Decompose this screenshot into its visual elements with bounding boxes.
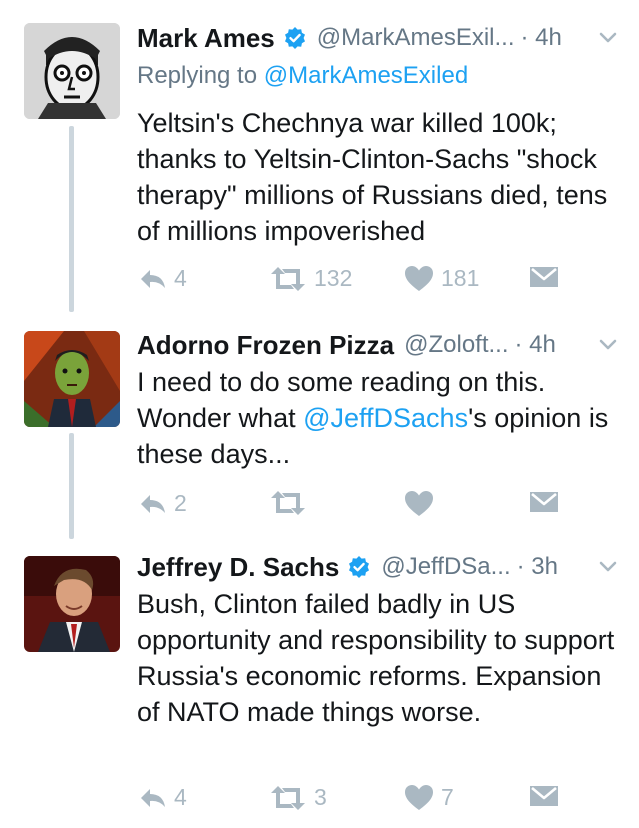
avatar[interactable] bbox=[24, 23, 120, 119]
direct-message-icon bbox=[530, 267, 558, 287]
retweet-count: 3 bbox=[314, 784, 327, 810]
verified-badge-icon bbox=[284, 27, 305, 49]
handle[interactable]: @Zoloft... bbox=[404, 331, 508, 359]
replying-to: Replying to @MarkAmesExiled bbox=[137, 62, 468, 90]
replying-to-link[interactable]: @MarkAmesExiled bbox=[264, 62, 468, 89]
handle[interactable]: @MarkAmesExil... bbox=[317, 24, 515, 52]
tweet[interactable]: Jeffrey D. Sachs @JeffDSa... · 3h Bush, … bbox=[0, 548, 639, 828]
reply-count: 2 bbox=[174, 490, 187, 516]
tweet-text: Yeltsin's Chechnya war killed 100k; than… bbox=[137, 108, 608, 246]
reply-button[interactable]: 2 bbox=[139, 490, 187, 517]
retweet-button[interactable]: 3 bbox=[269, 784, 327, 811]
verified-badge-icon bbox=[349, 556, 370, 578]
tweet[interactable]: Mark Ames @MarkAmesExil... · 4h Replying… bbox=[0, 19, 639, 319]
direct-message-icon bbox=[530, 492, 558, 512]
like-count: 181 bbox=[441, 265, 480, 291]
avatar[interactable] bbox=[24, 556, 120, 652]
reply-button[interactable]: 4 bbox=[139, 265, 187, 292]
handle[interactable]: @JeffDSa... bbox=[381, 553, 510, 581]
reply-icon bbox=[141, 269, 165, 288]
reply-icon bbox=[141, 788, 165, 807]
direct-message-icon bbox=[530, 786, 558, 806]
retweet-icon bbox=[271, 491, 305, 515]
heart-icon bbox=[405, 266, 433, 291]
reply-count: 4 bbox=[174, 265, 187, 291]
like-button[interactable]: 181 bbox=[404, 265, 479, 292]
like-count: 7 bbox=[441, 784, 454, 810]
retweet-button[interactable]: 132 bbox=[269, 265, 352, 292]
direct-message-button[interactable] bbox=[529, 265, 559, 289]
display-name[interactable]: Mark Ames bbox=[137, 23, 275, 54]
timestamp[interactable]: · 4h bbox=[521, 24, 562, 52]
replying-to-label: Replying to bbox=[137, 62, 258, 89]
chevron-down-icon[interactable] bbox=[597, 27, 619, 49]
tweet-actions: 2 bbox=[137, 490, 577, 526]
display-name[interactable]: Jeffrey D. Sachs bbox=[137, 552, 339, 583]
like-button[interactable] bbox=[404, 490, 441, 517]
retweet-icon bbox=[271, 785, 305, 810]
tweet-header: Adorno Frozen Pizza @Zoloft... · 4h bbox=[137, 326, 625, 364]
chevron-down-icon[interactable] bbox=[597, 334, 619, 356]
retweet-icon bbox=[271, 266, 305, 291]
retweet-button[interactable] bbox=[269, 490, 314, 516]
timestamp[interactable]: · 4h bbox=[515, 331, 556, 359]
tweet-header: Jeffrey D. Sachs @JeffDSa... · 3h bbox=[137, 548, 625, 586]
heart-icon bbox=[405, 491, 433, 516]
reply-icon bbox=[141, 494, 165, 513]
direct-message-button[interactable] bbox=[529, 490, 559, 514]
mention-link[interactable]: @JeffDSachs bbox=[303, 403, 468, 433]
heart-icon bbox=[405, 785, 433, 810]
direct-message-button[interactable] bbox=[529, 784, 559, 808]
display-name[interactable]: Adorno Frozen Pizza bbox=[137, 330, 394, 361]
tweet-text: Bush, Clinton failed badly in US opportu… bbox=[137, 589, 615, 727]
tweet-actions: 4 132 181 bbox=[137, 265, 577, 301]
tweet-actions: 4 3 7 bbox=[137, 784, 577, 820]
tweet[interactable]: Adorno Frozen Pizza @Zoloft... · 4h I ne… bbox=[0, 326, 639, 536]
retweet-count: 132 bbox=[314, 265, 353, 291]
reply-count: 4 bbox=[174, 784, 187, 810]
tweet-header: Mark Ames @MarkAmesExil... · 4h bbox=[137, 19, 625, 57]
reply-button[interactable]: 4 bbox=[139, 784, 187, 811]
tweet-text: I need to do some reading on this. Wonde… bbox=[137, 364, 621, 472]
like-button[interactable]: 7 bbox=[404, 784, 454, 811]
chevron-down-icon[interactable] bbox=[597, 556, 619, 578]
avatar[interactable] bbox=[24, 331, 120, 427]
timestamp[interactable]: · 3h bbox=[517, 553, 558, 581]
